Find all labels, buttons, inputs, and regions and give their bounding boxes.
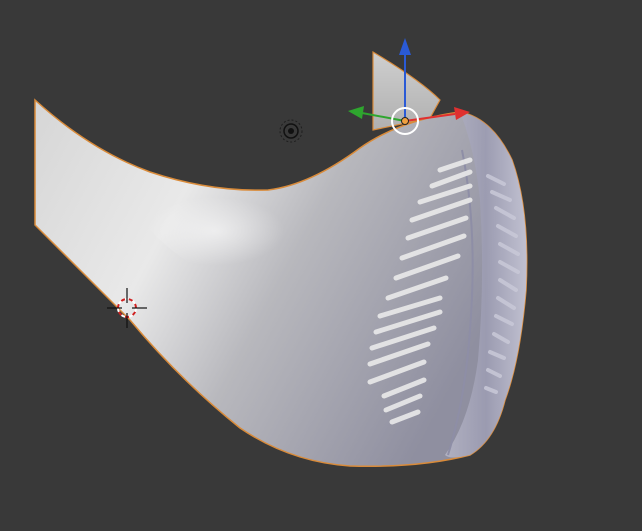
- light-icon[interactable]: [279, 119, 303, 143]
- object-origin-dot: [401, 117, 409, 125]
- 3d-viewport[interactable]: [0, 0, 642, 531]
- viewport-canvas[interactable]: [0, 0, 642, 531]
